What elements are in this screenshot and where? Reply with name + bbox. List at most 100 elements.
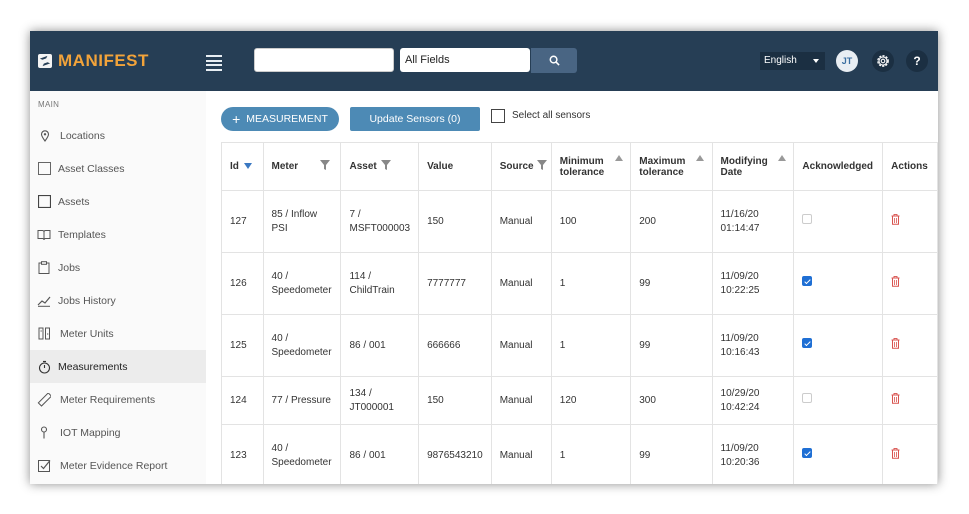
delete-button[interactable] (891, 337, 900, 354)
cell-maximum-tolerance: 200 (630, 190, 713, 253)
cell-actions (882, 252, 938, 315)
column-header-label: Maximum tolerance (639, 155, 686, 178)
cell-id: 127 (221, 190, 264, 253)
delete-button[interactable] (891, 213, 900, 230)
cell-asset: 86 / 001 (340, 424, 420, 484)
filter-icon[interactable] (381, 160, 392, 170)
cell-minimum-tolerance: 1 (550, 314, 632, 377)
column-header-modifying-date[interactable]: Modifying Date (711, 142, 795, 191)
cell-asset: 7 / MSFT000003 (340, 190, 420, 253)
search-scope-select[interactable]: All Fields (400, 48, 530, 72)
sidebar-item-jobs-history[interactable]: Jobs History (30, 284, 206, 317)
column-header-minimum-tolerance[interactable]: Minimum tolerance (550, 142, 632, 191)
column-header-value[interactable]: Value (418, 142, 492, 191)
cell-asset: 86 / 001 (340, 314, 420, 377)
column-header-actions: Actions (882, 142, 938, 191)
search-input[interactable] (254, 48, 394, 72)
clipboard-icon (38, 261, 50, 274)
delete-button[interactable] (891, 275, 900, 292)
trash-icon (891, 337, 900, 349)
help-button[interactable]: ? (906, 50, 928, 72)
logo-icon (38, 54, 52, 68)
sidebar-item-iot-mapping[interactable]: IOT Mapping (30, 416, 206, 449)
acknowledged-checkbox[interactable] (802, 448, 813, 458)
sidebar-item-asset-classes[interactable]: Asset Classes (30, 152, 206, 185)
update-sensors-button[interactable]: Update Sensors (0) (350, 107, 480, 131)
column-header-label: Acknowledged (802, 161, 873, 172)
select-all-sensors-checkbox[interactable] (491, 109, 505, 123)
checkbox-report-icon (38, 460, 51, 472)
sidebar-item-meter-evidence-report[interactable]: Meter Evidence Report (30, 449, 206, 482)
table-row[interactable]: 123 40 / Speedometer 86 / 001 9876543210… (221, 424, 938, 484)
cell-meter: 40 / Speedometer (262, 424, 342, 484)
language-select[interactable]: English (760, 52, 825, 70)
table-row[interactable]: 125 40 / Speedometer 86 / 001 666666 Man… (221, 314, 938, 377)
column-header-label: Actions (891, 161, 928, 172)
table-row[interactable]: 124 77 / Pressure 134 / JT000001 150 Man… (221, 376, 938, 425)
search-icon (549, 55, 560, 66)
sidebar-item-label: IOT Mapping (60, 426, 121, 439)
square-icon (38, 195, 51, 208)
sidebar-item-locations[interactable]: Locations (30, 119, 206, 152)
delete-button[interactable] (891, 392, 900, 409)
filter-icon[interactable] (536, 160, 547, 170)
cell-acknowledged (793, 252, 884, 315)
search-button[interactable] (531, 48, 577, 73)
sidebar-item-meter-requirements[interactable]: Meter Requirements (30, 383, 206, 416)
delete-button[interactable] (891, 447, 900, 464)
cell-maximum-tolerance: 99 (630, 424, 713, 484)
cell-value: 150 (418, 190, 492, 253)
trash-icon (891, 392, 900, 404)
sidebar: MAIN Locations Asset Classes Assets Temp… (30, 91, 206, 484)
acknowledged-checkbox[interactable] (802, 276, 813, 286)
column-header-meter[interactable]: Meter (262, 142, 342, 191)
column-header-acknowledged[interactable]: Acknowledged (793, 142, 884, 191)
column-header-maximum-tolerance[interactable]: Maximum tolerance (630, 142, 713, 191)
acknowledged-checkbox[interactable] (802, 214, 813, 224)
filter-icon[interactable] (319, 160, 330, 170)
add-measurement-button[interactable]: + MEASUREMENT (221, 107, 339, 131)
sidebar-item-label: Assets (58, 195, 90, 208)
cell-source: Manual (490, 252, 552, 315)
sidebar-item-jobs[interactable]: Jobs (30, 251, 206, 284)
sidebar-item-label: Jobs History (58, 294, 116, 307)
cell-maximum-tolerance: 99 (630, 314, 713, 377)
sidebar-item-templates[interactable]: Templates (30, 218, 206, 251)
cell-source: Manual (490, 190, 552, 253)
cell-minimum-tolerance: 100 (550, 190, 632, 253)
column-header-label: Asset (349, 161, 377, 172)
cell-minimum-tolerance: 1 (550, 424, 632, 484)
cell-modifying-date: 11/09/20 10:22:25 (711, 252, 795, 315)
sidebar-item-measurements[interactable]: Measurements (30, 350, 206, 383)
cell-minimum-tolerance: 1 (550, 252, 632, 315)
sort-ascending-icon[interactable] (614, 155, 623, 161)
user-avatar[interactable]: JT (836, 50, 858, 72)
settings-button[interactable] (872, 50, 894, 72)
table-row[interactable]: 127 85 / Inflow PSI 7 / MSFT000003 150 M… (221, 190, 938, 253)
ruler-icon (37, 392, 51, 407)
column-header-id[interactable]: Id (221, 142, 264, 191)
hamburger-menu-icon[interactable] (206, 55, 222, 71)
column-header-asset[interactable]: Asset (340, 142, 420, 191)
sidebar-item-label: Meter Evidence Report (60, 459, 168, 472)
cell-source: Manual (490, 424, 552, 484)
column-header-source[interactable]: Source (490, 142, 552, 191)
sidebar-item-label: Locations (60, 129, 105, 142)
cell-id: 126 (221, 252, 264, 315)
acknowledged-checkbox[interactable] (802, 338, 813, 348)
cell-modifying-date: 11/09/20 10:20:36 (711, 424, 795, 484)
sidebar-item-meter-units[interactable]: Meter Units (30, 317, 206, 350)
sort-descending-icon[interactable] (243, 163, 252, 170)
cell-maximum-tolerance: 99 (630, 252, 713, 315)
sort-ascending-icon[interactable] (696, 155, 705, 161)
location-pin-icon (40, 129, 50, 142)
sidebar-item-label: Templates (58, 228, 106, 241)
sort-ascending-icon[interactable] (777, 155, 786, 161)
brand-logo[interactable]: MANIFEST (38, 51, 149, 71)
cell-id: 124 (221, 376, 264, 425)
acknowledged-checkbox[interactable] (802, 393, 813, 403)
table-row[interactable]: 126 40 / Speedometer 114 / ChildTrain 77… (221, 252, 938, 315)
column-header-label: Modifying Date (720, 155, 768, 178)
sidebar-item-assets[interactable]: Assets (30, 185, 206, 218)
trash-icon (891, 275, 900, 287)
